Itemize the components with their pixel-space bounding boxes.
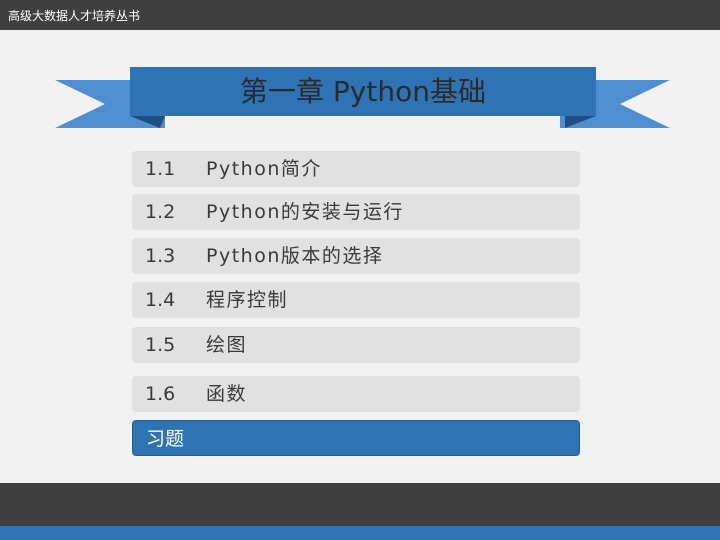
toc-item-1-4[interactable]: 1.4 程序控制 — [132, 282, 580, 318]
toc-item-number: 1.2 — [145, 201, 176, 223]
chapter-title: 第一章 Python基础 — [240, 75, 486, 108]
toc-item-number: 1.1 — [145, 158, 176, 180]
toc-item-1-3[interactable]: 1.3 Python版本的选择 — [132, 238, 580, 274]
toc-item-label: Python简介 — [206, 158, 322, 180]
toc-item-number: 1.5 — [145, 334, 176, 356]
toc-item-label: Python的安装与运行 — [206, 201, 404, 223]
toc-item-label: 绘图 — [206, 334, 248, 356]
toc-item-number: 1.6 — [145, 383, 176, 405]
toc-item-label: 函数 — [206, 383, 248, 405]
toc-item-1-2[interactable]: 1.2 Python的安装与运行 — [132, 194, 580, 230]
bottom-bar — [0, 483, 720, 526]
toc-item-exercises[interactable]: 习题 — [132, 420, 580, 456]
toc-item-number: 1.3 — [145, 245, 176, 267]
toc-item-label: 习题 — [146, 428, 185, 450]
toc-item-1-5[interactable]: 1.5 绘图 — [132, 327, 580, 363]
toc-item-1-1[interactable]: 1.1 Python简介 — [132, 151, 580, 187]
toc-item-label: Python版本的选择 — [206, 245, 384, 267]
toc-item-label: 程序控制 — [206, 289, 289, 311]
toc-item-number: 1.4 — [145, 289, 176, 311]
toc-item-1-6[interactable]: 1.6 函数 — [132, 376, 580, 412]
chapter-banner: 第一章 Python基础 — [0, 0, 720, 140]
bottom-accent-stripe — [0, 526, 720, 540]
